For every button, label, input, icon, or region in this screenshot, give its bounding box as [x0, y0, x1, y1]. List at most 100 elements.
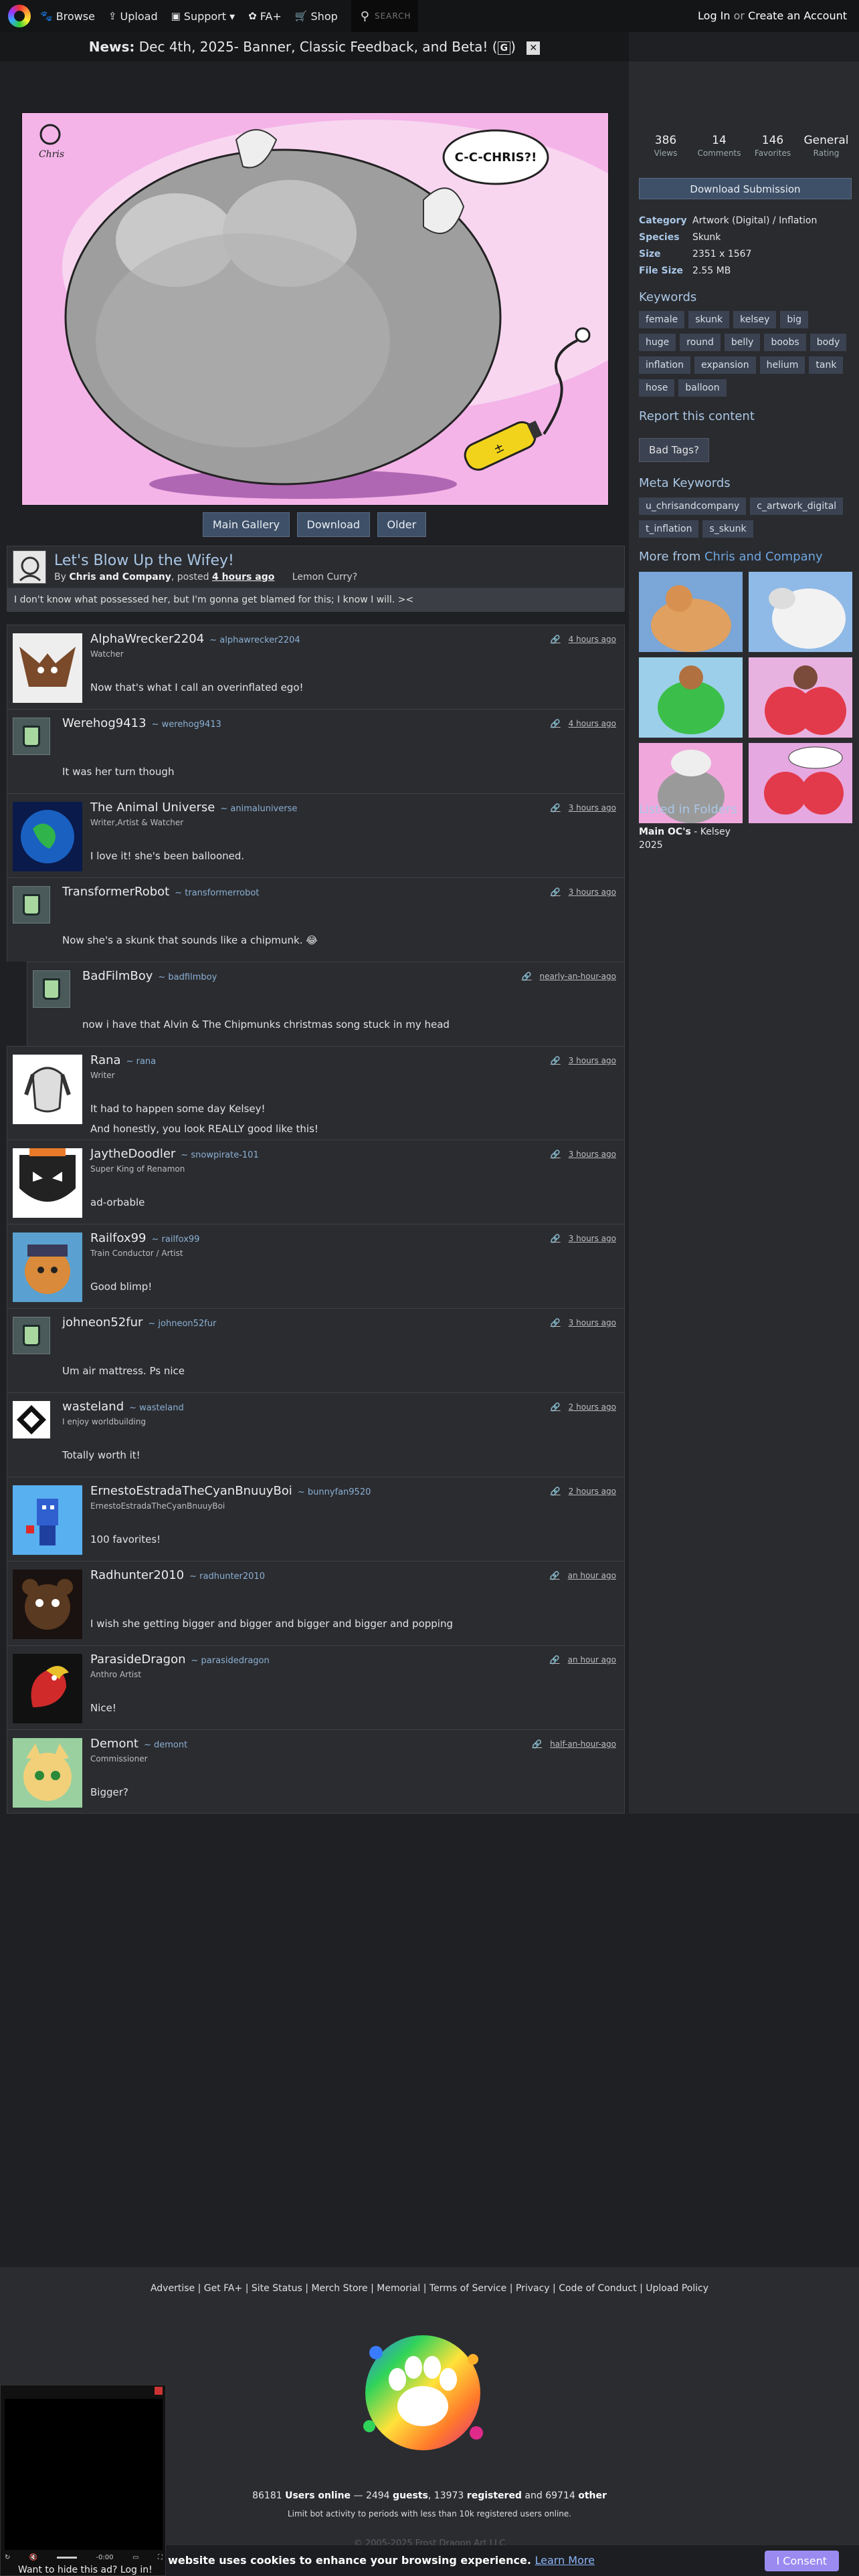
commenter-avatar[interactable] [13, 1232, 82, 1302]
meta-keyword-tag[interactable]: u_chrisandcompany [639, 498, 747, 515]
consent-button[interactable]: I Consent [764, 2551, 839, 2571]
link-icon[interactable]: 🔗 [550, 1655, 560, 1665]
footer-link[interactable]: Upload Policy [646, 2283, 708, 2294]
submission-image[interactable]: C-C-CHRIS?! ± Chris [21, 112, 609, 506]
meta-keyword-tag[interactable]: t_inflation [639, 520, 699, 538]
commenter-avatar[interactable] [13, 1485, 82, 1555]
comment-time[interactable]: 🔗 3 hours ago [551, 1056, 616, 1065]
comment-time[interactable]: 🔗 3 hours ago [551, 803, 616, 813]
nav-shop[interactable]: 🛒 Shop [295, 10, 338, 23]
nav-upload[interactable]: ⇪ Upload [108, 10, 158, 23]
comment-time[interactable]: 🔗 2 hours ago [551, 1487, 616, 1496]
comment-time[interactable]: 🔗 nearly-an-hour-ago [522, 972, 616, 981]
commenter-name[interactable]: AlphaWrecker2204 ~ alphawrecker2204 [90, 632, 300, 646]
link-icon[interactable]: 🔗 [551, 1487, 561, 1496]
keyword-tag[interactable]: body [809, 334, 847, 351]
keyword-tag[interactable]: kelsey [733, 311, 777, 328]
commenter-avatar[interactable] [13, 633, 82, 703]
footer-link[interactable]: Advertise [151, 2283, 195, 2294]
commenter-avatar[interactable] [13, 1317, 50, 1354]
thumbnail[interactable] [639, 572, 743, 652]
commenter-handle[interactable]: ~ railfox99 [152, 1235, 200, 1245]
site-logo[interactable] [8, 5, 31, 27]
commenter-handle[interactable]: ~ werehog9413 [152, 720, 221, 730]
comment-time[interactable]: 🔗 half-an-hour-ago [532, 1739, 616, 1749]
meta-keyword-tag[interactable]: c_artwork_digital [750, 498, 844, 515]
commenter-name[interactable]: wasteland ~ wasteland [62, 1400, 184, 1414]
commenter-avatar[interactable] [13, 1055, 82, 1124]
thumbnail[interactable] [639, 657, 743, 738]
comment-time[interactable]: 🔗 an hour ago [550, 1655, 616, 1665]
commenter-name[interactable]: Werehog9413 ~ werehog9413 [62, 716, 221, 730]
commenter-name[interactable]: Radhunter2010 ~ radhunter2010 [90, 1568, 265, 1582]
video-ad[interactable]: ↻ 🔇 -0:00 ▭ ⛶ Want to hide this ad? Log … [0, 2385, 166, 2576]
learn-more-link[interactable]: Learn More [535, 2554, 595, 2567]
commenter-handle[interactable]: ~ rana [126, 1057, 157, 1067]
more-from-author-link[interactable]: Chris and Company [704, 550, 823, 564]
keyword-tag[interactable]: inflation [639, 356, 690, 374]
keyword-tag[interactable]: helium [759, 356, 805, 374]
commenter-avatar[interactable] [13, 1570, 82, 1639]
volume-slider[interactable] [56, 2556, 77, 2559]
commenter-name[interactable]: JaytheDoodler ~ snowpirate-101 [90, 1147, 259, 1161]
commenter-handle[interactable]: ~ bunnyfan9520 [298, 1487, 371, 1497]
keyword-tag[interactable]: skunk [688, 311, 730, 328]
footer-link[interactable]: Merch Store [311, 2283, 367, 2294]
species-value[interactable]: Skunk [692, 232, 721, 243]
search-input[interactable] [374, 11, 415, 21]
commenter-name[interactable]: The Animal Universe ~ animaluniverse [90, 800, 297, 815]
keyword-tag[interactable]: huge [639, 334, 676, 351]
comment-time[interactable]: 🔗 3 hours ago [551, 1234, 616, 1243]
commenter-avatar[interactable] [13, 886, 50, 924]
commenter-name[interactable]: BadFilmBoy ~ badfilmboy [82, 969, 217, 983]
login-link[interactable]: Log In [698, 9, 731, 22]
commenter-handle[interactable]: ~ badfilmboy [158, 972, 217, 982]
comment-time[interactable]: 🔗 2 hours ago [551, 1402, 616, 1412]
keyword-tag[interactable]: belly [724, 334, 761, 351]
footer-link[interactable]: Terms of Service [430, 2283, 506, 2294]
commenter-handle[interactable]: ~ radhunter2010 [189, 1572, 265, 1582]
link-icon[interactable]: 🔗 [551, 1150, 561, 1159]
news-text[interactable]: Dec 4th, 2025- Banner, Classic Feedback,… [139, 39, 488, 55]
link-icon[interactable]: 🔗 [522, 972, 532, 981]
main-gallery-button[interactable]: Main Gallery [202, 512, 290, 537]
comment-time[interactable]: 🔗 an hour ago [550, 1571, 616, 1580]
link-icon[interactable]: 🔗 [551, 635, 561, 644]
thumbnail[interactable] [749, 572, 852, 652]
nav-fa-plus[interactable]: ✿ FA+ [248, 10, 282, 23]
author-avatar[interactable] [13, 550, 46, 584]
comment-time[interactable]: 🔗 4 hours ago [551, 635, 616, 644]
commenter-name[interactable]: Railfox99 ~ railfox99 [90, 1231, 199, 1245]
commenter-name[interactable]: Demont ~ demont [90, 1737, 187, 1751]
older-button[interactable]: Older [377, 512, 427, 537]
comment-time[interactable]: 🔗 3 hours ago [551, 1150, 616, 1159]
folder-link[interactable]: Main OC's - Kelsey 2025 [639, 825, 731, 852]
comment-time[interactable]: 🔗 3 hours ago [551, 1318, 616, 1327]
pip-icon[interactable]: ▭ [132, 2554, 138, 2561]
keyword-tag[interactable]: balloon [678, 379, 727, 397]
nav-support[interactable]: ▣ Support ▾ [171, 10, 235, 23]
commenter-name[interactable]: Rana ~ rana [90, 1053, 156, 1067]
category-value[interactable]: Artwork (Digital) / Inflation [692, 215, 817, 226]
keyword-tag[interactable]: round [680, 334, 721, 351]
commenter-handle[interactable]: ~ wasteland [129, 1403, 184, 1413]
commenter-avatar[interactable] [13, 802, 82, 871]
commenter-avatar[interactable] [13, 718, 50, 755]
commenter-handle[interactable]: ~ demont [144, 1740, 187, 1750]
commenter-avatar[interactable] [33, 970, 70, 1008]
comment-time[interactable]: 🔗 4 hours ago [551, 719, 616, 728]
hide-ad-text[interactable]: Want to hide this ad? Log in! [18, 2565, 153, 2575]
mute-icon[interactable]: 🔇 [29, 2554, 37, 2561]
comment-time[interactable]: 🔗 3 hours ago [551, 887, 616, 897]
footer-link[interactable]: Site Status [252, 2283, 302, 2294]
link-icon[interactable]: 🔗 [551, 1234, 561, 1243]
commenter-handle[interactable]: ~ alphawrecker2204 [209, 635, 300, 645]
link-icon[interactable]: 🔗 [551, 719, 561, 728]
keyword-tag[interactable]: boobs [764, 334, 806, 351]
replay-icon[interactable]: ↻ [5, 2554, 10, 2561]
footer-link[interactable]: Code of Conduct [559, 2283, 636, 2294]
link-icon[interactable]: 🔗 [551, 1402, 561, 1412]
ad-video[interactable] [5, 2399, 163, 2550]
thumbnail[interactable] [749, 657, 852, 738]
commenter-name[interactable]: TransformerRobot ~ transformerrobot [62, 885, 259, 899]
